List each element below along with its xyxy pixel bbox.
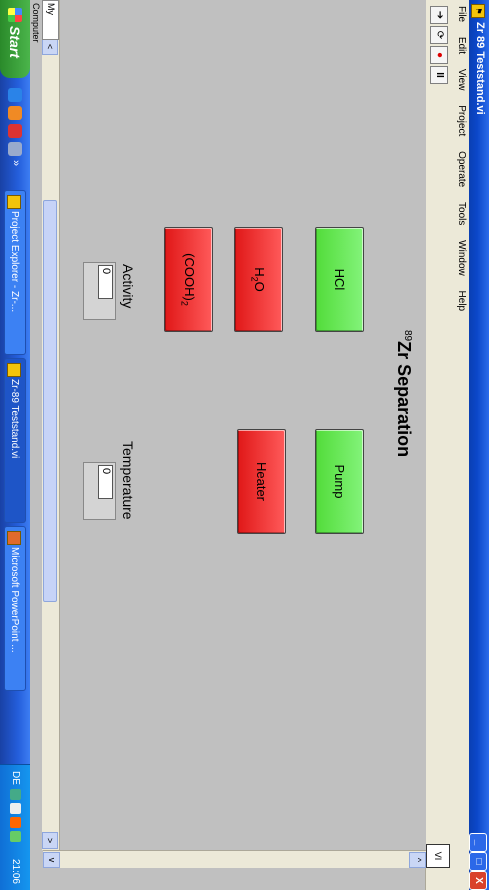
maximize-button[interactable]: □ xyxy=(469,852,487,871)
vertical-scrollbar[interactable]: ^ v xyxy=(43,850,426,868)
labview-task-icon xyxy=(7,195,21,209)
h2o-button[interactable]: H2O xyxy=(234,227,283,332)
start-label: Start xyxy=(7,26,23,58)
clock: 21:06 xyxy=(10,858,21,884)
window-title: Zr 89 Teststand.vi xyxy=(474,22,486,115)
menu-view[interactable]: View xyxy=(456,63,469,97)
menu-window[interactable]: Window xyxy=(456,234,469,282)
context-status: My Computer xyxy=(31,0,59,43)
pump-button[interactable]: Pump xyxy=(315,429,364,534)
heater-button[interactable]: Heater xyxy=(237,429,286,534)
heater-label: Heater xyxy=(254,461,269,502)
hcl-label: HCl xyxy=(332,268,347,291)
temperature-indicator: 0 xyxy=(83,462,116,520)
menu-operate[interactable]: Operate xyxy=(456,145,469,193)
internet-explorer-icon[interactable] xyxy=(8,88,22,102)
menu-file[interactable]: File xyxy=(456,0,469,28)
network-icon[interactable] xyxy=(10,789,21,800)
temperature-label: Temperature xyxy=(120,441,136,520)
scroll-up-icon[interactable]: ^ xyxy=(409,852,426,868)
desktop-icon[interactable] xyxy=(8,142,22,156)
title-bar: ⚑ Zr 89 Teststand.vi _ □ X xyxy=(469,0,489,890)
front-panel: 89Zr Separation HCl Pump H2O Heater (COO… xyxy=(60,0,426,850)
cooh-label: (COOH)2 xyxy=(179,253,198,306)
media-player-icon[interactable] xyxy=(8,124,22,138)
windows-flag-icon xyxy=(8,8,22,22)
page-title: 89Zr Separation xyxy=(393,330,414,457)
powerpoint-icon xyxy=(7,531,21,545)
activity-value: 0 xyxy=(98,265,113,299)
quicklaunch-more-icon[interactable]: » xyxy=(10,160,22,166)
labview-app-icon: ⚑ xyxy=(471,4,485,18)
pump-label: Pump xyxy=(332,464,347,499)
h2o-label: H2O xyxy=(249,267,268,292)
taskbar: Start » Project Explorer - Zr-... Zr-89 … xyxy=(0,0,30,890)
labview-window: ⚑ Zr 89 Teststand.vi _ □ X File Edit Vie… xyxy=(0,0,489,890)
menu-tools[interactable]: Tools xyxy=(456,196,469,231)
menu-project[interactable]: Project xyxy=(456,99,469,142)
menu-bar: File Edit View Project Operate Tools Win… xyxy=(451,0,469,890)
activity-label: Activity xyxy=(120,264,136,309)
task-project-explorer[interactable]: Project Explorer - Zr-... xyxy=(4,190,26,355)
activity-indicator: 0 xyxy=(83,262,116,320)
close-button[interactable]: X xyxy=(469,871,487,890)
task-label: Project Explorer - Zr-... xyxy=(9,211,20,313)
task-powerpoint[interactable]: Microsoft PowerPoint ... xyxy=(4,526,26,691)
heading-isotope-mass: 89 xyxy=(402,330,413,342)
temperature-value: 0 xyxy=(98,465,113,499)
task-label: Zr-89 Teststand.vi xyxy=(9,379,20,459)
task-teststand-vi[interactable]: Zr-89 Teststand.vi xyxy=(4,358,26,523)
labview-task-icon xyxy=(7,363,21,377)
horizontal-scrollbar[interactable]: < > xyxy=(42,0,60,850)
security-icon[interactable] xyxy=(10,817,21,828)
run-arrow-icon[interactable]: ➔ xyxy=(430,6,448,24)
vi-icon: VI xyxy=(426,844,450,868)
heading-text: Zr Separation xyxy=(394,341,414,458)
abort-icon[interactable]: ● xyxy=(430,46,448,64)
scroll-right-icon[interactable]: > xyxy=(42,832,58,849)
minimize-button[interactable]: _ xyxy=(469,833,487,852)
update-icon[interactable] xyxy=(10,831,21,842)
run-continuously-icon[interactable]: ⟳ xyxy=(430,26,448,44)
toolbar: ➔ ⟳ ● II VI xyxy=(425,0,452,890)
scroll-thumb[interactable] xyxy=(43,200,57,602)
menu-help[interactable]: Help xyxy=(456,285,469,318)
start-button[interactable]: Start xyxy=(0,0,30,78)
pause-icon[interactable]: II xyxy=(430,66,448,84)
menu-edit[interactable]: Edit xyxy=(456,31,469,60)
task-label: Microsoft PowerPoint ... xyxy=(9,547,20,653)
volume-icon[interactable] xyxy=(10,803,21,814)
scroll-left-icon[interactable]: < xyxy=(42,38,58,55)
language-indicator[interactable]: DE xyxy=(10,771,21,785)
firefox-icon[interactable] xyxy=(8,106,22,120)
hcl-button[interactable]: HCl xyxy=(315,227,364,332)
cooh-button[interactable]: (COOH)2 xyxy=(164,227,213,332)
system-tray: DE 21:06 xyxy=(0,764,30,890)
scroll-down-icon[interactable]: v xyxy=(43,852,60,868)
